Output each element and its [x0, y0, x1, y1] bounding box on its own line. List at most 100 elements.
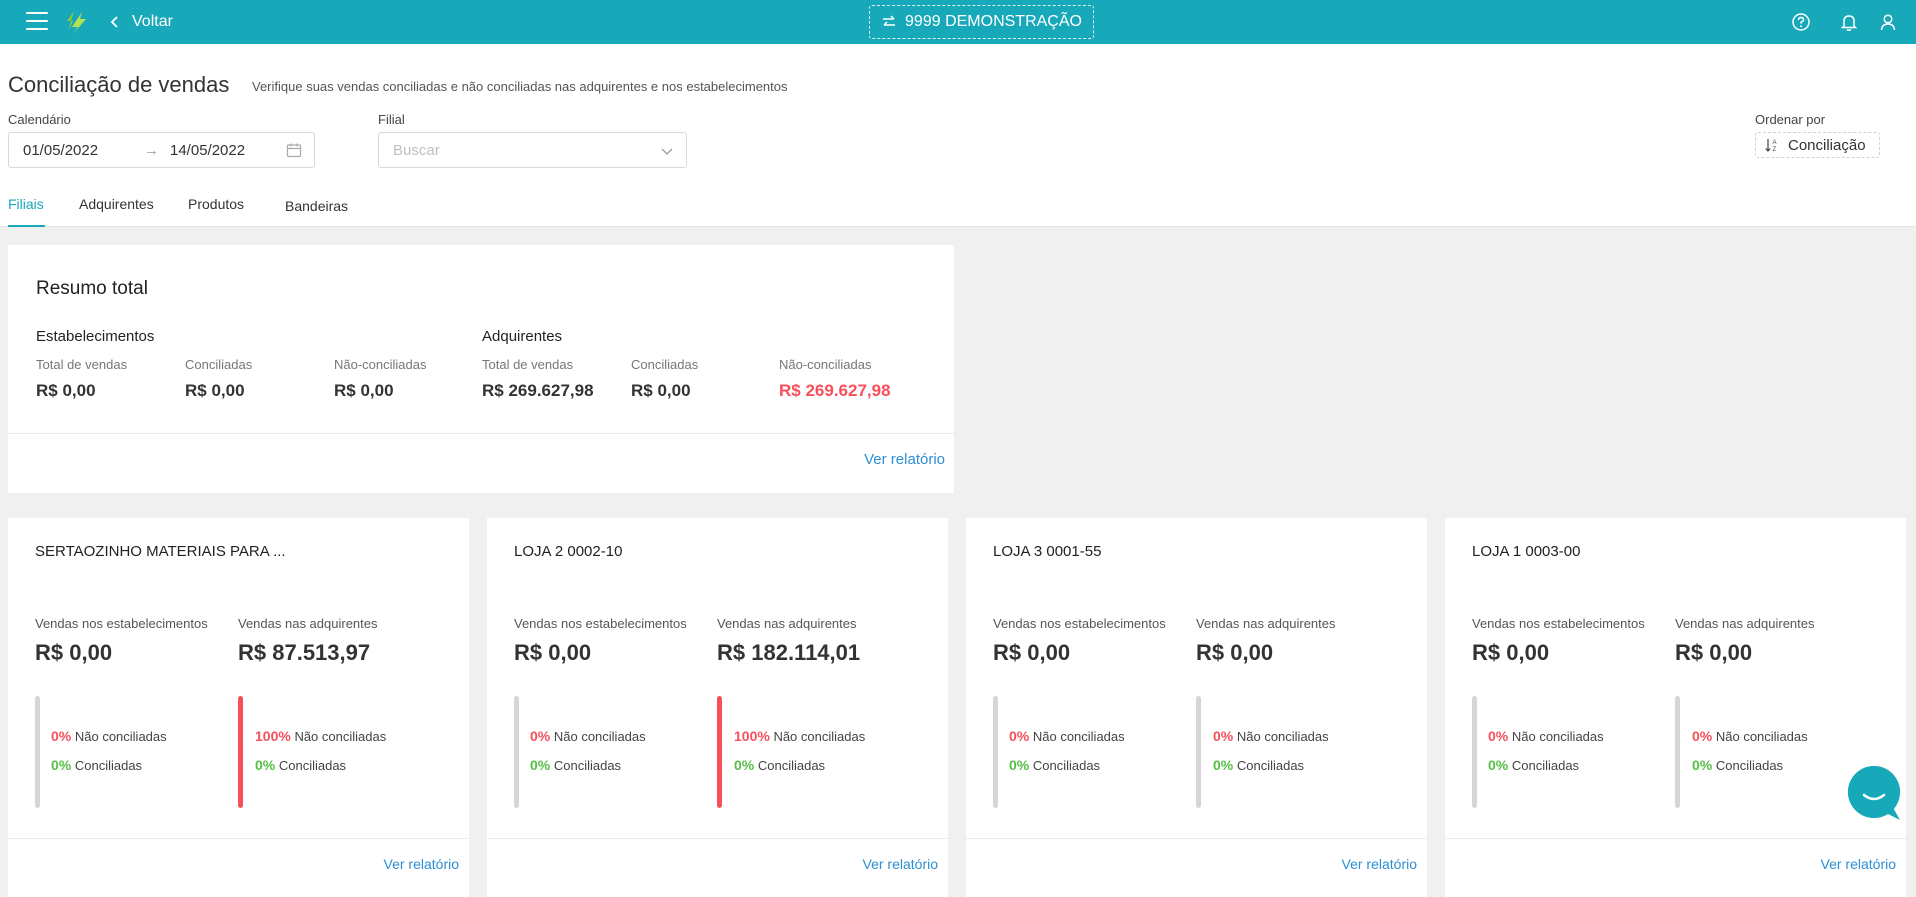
branch-name: LOJA 3 0001-55: [993, 543, 1102, 560]
est-progress-bar: [35, 696, 40, 808]
branch-report-link[interactable]: Ver relatório: [1821, 856, 1896, 872]
active-tab-indicator: [8, 225, 45, 227]
acq-sales-label: Vendas nas adquirentes: [1675, 616, 1815, 631]
acquirers-title: Adquirentes: [482, 328, 563, 345]
est-sales-value: R$ 0,00: [993, 640, 1071, 665]
top-bar: Voltar 9999 DEMONSTRAÇÃO: [0, 0, 1916, 44]
sort-icon: AZ: [1765, 139, 1777, 153]
branch-report-link[interactable]: Ver relatório: [863, 856, 938, 872]
est-progress-bar: [514, 696, 519, 808]
svg-text:Z: Z: [1773, 147, 1777, 153]
bell-icon[interactable]: [1838, 11, 1860, 33]
acq-sales-value: R$ 0,00: [1196, 640, 1274, 665]
branch-select[interactable]: Buscar: [378, 132, 687, 168]
tab-filiais[interactable]: Filiais: [8, 196, 44, 212]
branch-name: LOJA 2 0002-10: [514, 543, 623, 560]
acq-unreconciled-value: R$ 269.627,98: [779, 381, 891, 400]
branch-label: Filial: [378, 112, 405, 127]
tab-produtos[interactable]: Produtos: [188, 196, 244, 212]
branch-placeholder: Buscar: [393, 142, 440, 159]
page-title: Conciliação de vendas: [8, 72, 230, 97]
help-icon[interactable]: [1790, 11, 1812, 33]
est-not-reconciled: 0% Não conciliadas: [1488, 728, 1604, 744]
est-total-label: Total de vendas: [36, 357, 128, 372]
est-not-reconciled: 0% Não conciliadas: [1009, 728, 1125, 744]
tab-bandeiras[interactable]: Bandeiras: [285, 198, 348, 214]
svg-text:A: A: [1773, 140, 1777, 146]
acq-not-reconciled: 100% Não conciliadas: [734, 728, 866, 744]
est-sales-value: R$ 0,00: [35, 640, 113, 665]
user-icon[interactable]: [1877, 11, 1899, 33]
est-sales-label: Vendas nos estabelecimentos: [993, 616, 1166, 631]
company-label: 9999 DEMONSTRAÇÃO: [905, 13, 1082, 30]
acq-not-reconciled: 0% Não conciliadas: [1213, 728, 1329, 744]
order-value: Conciliação: [1788, 136, 1866, 154]
est-sales-value: R$ 0,00: [1472, 640, 1550, 665]
branch-name: LOJA 1 0003-00: [1472, 543, 1581, 560]
est-unreconciled-value: R$ 0,00: [334, 381, 394, 400]
acq-total-label: Total de vendas: [482, 357, 574, 372]
logo[interactable]: [64, 9, 90, 35]
acq-sales-label: Vendas nas adquirentes: [1196, 616, 1336, 631]
arrow-right-icon: →: [144, 141, 159, 159]
est-reconciled-label: Conciliadas: [185, 357, 253, 372]
acq-reconciled-label: Conciliadas: [631, 357, 699, 372]
est-unreconciled-label: Não-conciliadas: [334, 357, 427, 372]
acq-progress-bar: [717, 696, 722, 808]
acq-reconciled: 0% Conciliadas: [1213, 757, 1305, 773]
card-divider: [1445, 838, 1906, 839]
acq-reconciled: 0% Conciliadas: [255, 757, 347, 773]
date-start[interactable]: 01/05/2022: [23, 142, 98, 159]
date-range-picker[interactable]: 01/05/2022 → 14/05/2022: [8, 132, 315, 168]
acq-sales-value: R$ 87.513,97: [238, 640, 371, 665]
branch-card: LOJA 3 0001-55 Vendas nos estabeleciment…: [966, 518, 1427, 897]
swap-icon: [883, 15, 896, 26]
chevron-down-icon: [661, 148, 673, 155]
acq-sales-label: Vendas nas adquirentes: [717, 616, 857, 631]
acq-reconciled: 0% Conciliadas: [734, 757, 826, 773]
menu-icon[interactable]: [26, 12, 48, 32]
chevron-left-icon: [110, 16, 118, 28]
est-total-value: R$ 0,00: [36, 381, 96, 400]
branch-card: LOJA 2 0002-10 Vendas nos estabeleciment…: [487, 518, 948, 897]
back-button[interactable]: Voltar: [108, 11, 173, 33]
est-reconciled: 0% Conciliadas: [530, 757, 622, 773]
calendar-label: Calendário: [8, 112, 71, 127]
est-not-reconciled: 0% Não conciliadas: [530, 728, 646, 744]
est-not-reconciled: 0% Não conciliadas: [51, 728, 167, 744]
acq-progress-bar: [238, 696, 243, 808]
summary-divider: [8, 433, 954, 434]
est-reconciled: 0% Conciliadas: [1488, 757, 1580, 773]
tab-adquirentes[interactable]: Adquirentes: [79, 196, 154, 212]
company-switcher[interactable]: 9999 DEMONSTRAÇÃO: [869, 5, 1094, 39]
acq-sales-value: R$ 182.114,01: [717, 640, 861, 665]
branch-report-link[interactable]: Ver relatório: [1342, 856, 1417, 872]
card-divider: [487, 838, 948, 839]
est-reconciled: 0% Conciliadas: [1009, 757, 1101, 773]
establishments-title: Estabelecimentos: [36, 328, 155, 345]
est-reconciled-value: R$ 0,00: [185, 381, 245, 400]
est-progress-bar: [993, 696, 998, 808]
chat-button[interactable]: [1848, 766, 1900, 820]
summary-card: Resumo total Estabelecimentos Total de v…: [8, 245, 954, 493]
chat-icon: [1848, 766, 1900, 820]
order-button[interactable]: AZ Conciliação: [1755, 132, 1880, 158]
est-sales-label: Vendas nos estabelecimentos: [35, 616, 208, 631]
est-progress-bar: [1472, 696, 1477, 808]
page-header: Conciliação de vendas Verifique suas ven…: [0, 44, 1916, 227]
summary-report-link[interactable]: Ver relatório: [864, 451, 945, 468]
page-subtitle: Verifique suas vendas conciliadas e não …: [252, 79, 788, 94]
est-reconciled: 0% Conciliadas: [51, 757, 143, 773]
card-divider: [966, 838, 1427, 839]
est-sales-label: Vendas nos estabelecimentos: [514, 616, 687, 631]
branch-report-link[interactable]: Ver relatório: [384, 856, 459, 872]
card-divider: [8, 838, 469, 839]
acq-reconciled-value: R$ 0,00: [631, 381, 691, 400]
date-end[interactable]: 14/05/2022: [170, 142, 245, 159]
order-label: Ordenar por: [1755, 112, 1826, 127]
acq-reconciled: 0% Conciliadas: [1692, 757, 1784, 773]
acq-total-value: R$ 269.627,98: [482, 381, 594, 400]
acq-progress-bar: [1675, 696, 1680, 808]
acq-progress-bar: [1196, 696, 1201, 808]
est-sales-value: R$ 0,00: [514, 640, 592, 665]
